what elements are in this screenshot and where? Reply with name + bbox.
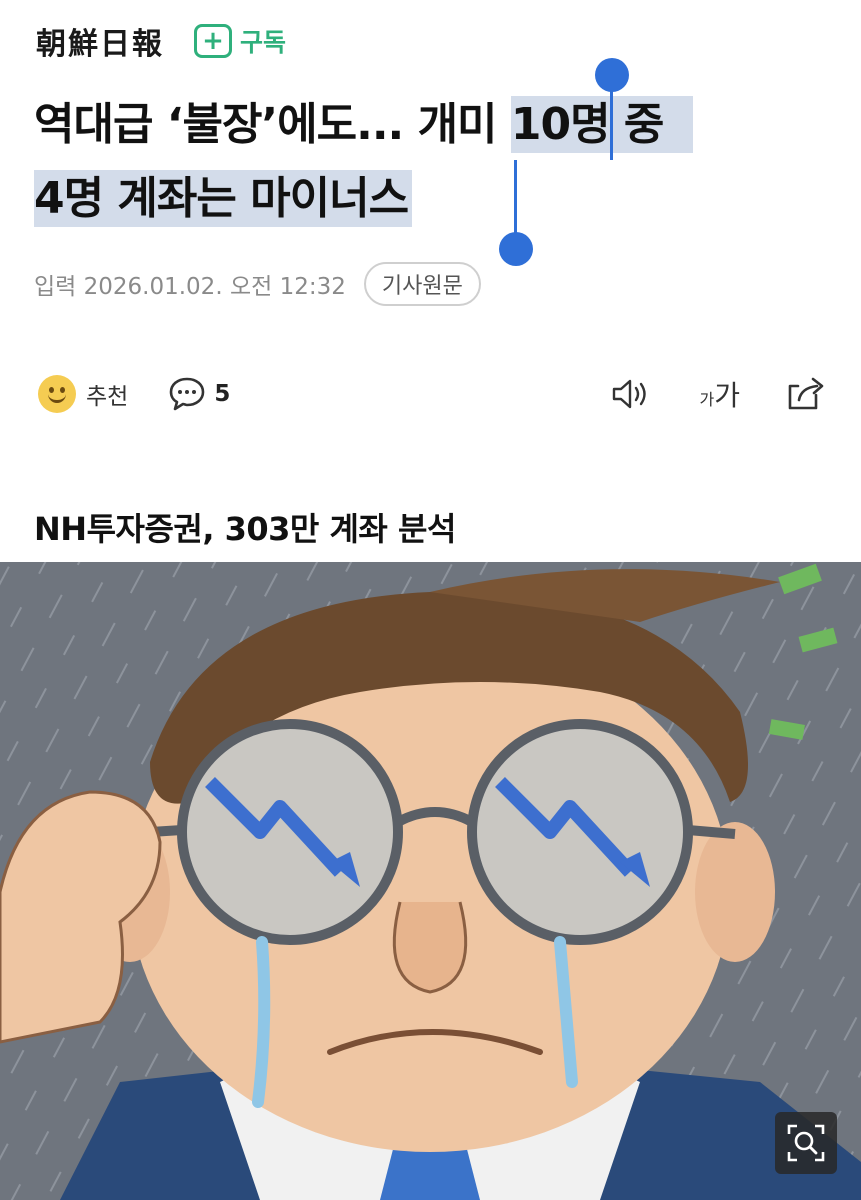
font-big-glyph: 가 — [714, 379, 740, 412]
comment-count: 5 — [214, 381, 231, 407]
selected-text-2[interactable]: 4명 계좌는 마이너스 — [34, 170, 413, 227]
share-icon[interactable] — [786, 375, 828, 413]
font-size-icon[interactable]: 가 가 — [700, 374, 741, 414]
speaker-icon[interactable] — [610, 376, 654, 412]
zoom-icon — [787, 1124, 825, 1162]
original-article-button[interactable]: 기사원문 — [363, 262, 481, 306]
press-header: 朝鮮日報 + 구독 — [36, 14, 286, 68]
article-illustration[interactable] — [0, 562, 861, 1200]
publish-timestamp: 입력 2026.01.02. 오전 12:32 — [34, 274, 346, 300]
recommend-label[interactable]: 추천 — [86, 377, 128, 411]
comment-button[interactable]: 5 — [168, 376, 230, 412]
subscribe-button[interactable]: + 구독 — [194, 23, 286, 59]
selection-end-bar — [514, 160, 517, 236]
selection-start-handle[interactable] — [595, 58, 629, 92]
article-meta: 입력 2026.01.02. 오전 12:32 기사원문 — [34, 262, 481, 306]
selection-start-bar — [610, 88, 613, 160]
plus-icon: + — [194, 24, 232, 58]
headline-line-1: 역대급 ‘불장’에도... 개미 10명 중 — [34, 88, 834, 162]
toolbar-right: 가 가 — [564, 374, 829, 414]
selected-text-1[interactable]: 10명 중 — [510, 96, 694, 153]
article-subheading: NH투자증권, 303만 계좌 분석 — [34, 510, 456, 548]
headline-line-2: 4명 계좌는 마이너스 — [34, 162, 834, 236]
press-logo[interactable]: 朝鮮日報 — [36, 19, 164, 63]
zoom-button[interactable] — [775, 1112, 837, 1174]
cartoon-investor-illustration — [0, 562, 861, 1200]
article-headline[interactable]: 역대급 ‘불장’에도... 개미 10명 중 4명 계좌는 마이너스 — [34, 88, 834, 236]
comment-icon — [170, 377, 205, 411]
smiley-icon[interactable] — [38, 375, 76, 413]
subscribe-label: 구독 — [240, 28, 287, 57]
font-small-glyph: 가 — [699, 390, 715, 409]
action-bar: 추천 5 가 가 — [38, 372, 828, 416]
headline-plain-text: 역대급 ‘불장’에도... 개미 — [34, 99, 511, 150]
selection-end-handle[interactable] — [499, 232, 533, 266]
